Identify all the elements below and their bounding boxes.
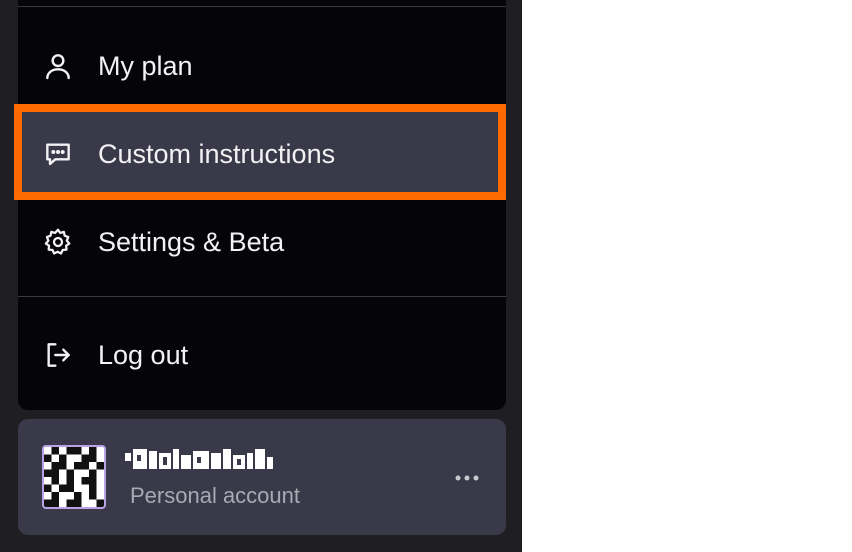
account-name-redacted [125, 449, 273, 469]
sidebar: My plan Custom instructions Settings & B… [0, 0, 522, 552]
account-switcher[interactable]: Personal account [18, 419, 506, 535]
menu-item-my-plan[interactable]: My plan [18, 22, 506, 110]
menu-item-label: My plan [98, 50, 193, 81]
gear-icon [41, 225, 75, 259]
menu-divider-top [18, 6, 506, 7]
menu-item-label: Log out [98, 339, 189, 370]
avatar[interactable] [42, 445, 106, 509]
menu-item-custom-instructions[interactable]: Custom instructions [18, 110, 506, 198]
menu-divider [18, 296, 506, 297]
logout-icon [41, 338, 75, 372]
message-dots-icon [41, 137, 75, 171]
account-type-label: Personal account [130, 483, 300, 508]
menu-item-log-out[interactable]: Log out [18, 311, 506, 399]
user-icon [41, 49, 75, 83]
menu-item-settings[interactable]: Settings & Beta [18, 198, 506, 286]
menu-item-label: Settings & Beta [98, 226, 285, 257]
user-menu-popover: My plan Custom instructions Settings & B… [18, 0, 506, 410]
more-horizontal-icon[interactable] [452, 463, 482, 493]
menu-item-label: Custom instructions [98, 138, 336, 169]
